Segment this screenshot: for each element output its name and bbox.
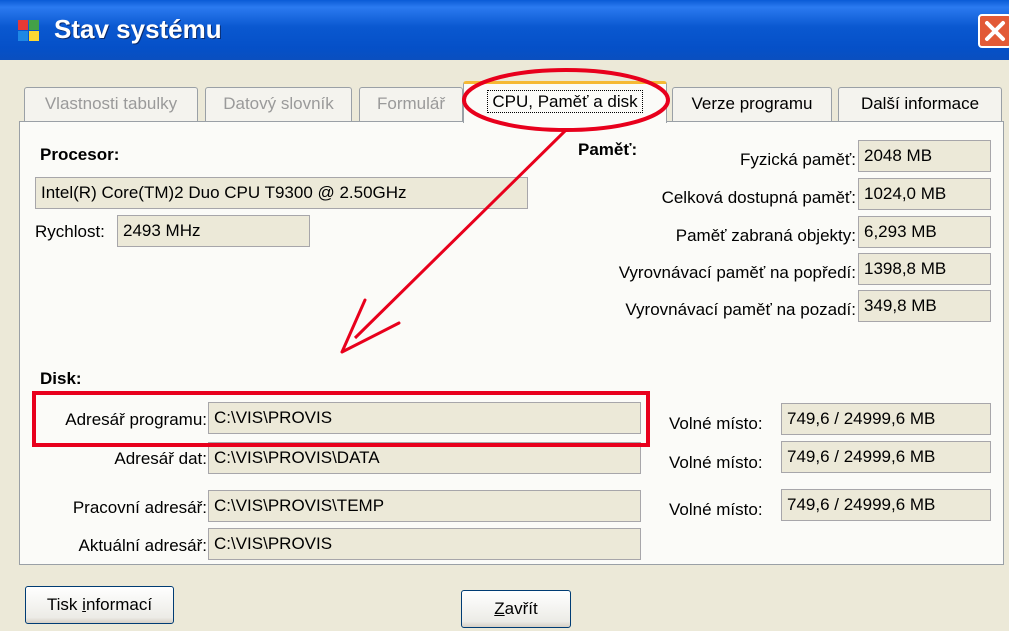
app-icon [18,20,40,42]
tab-vlastnosti-tabulky[interactable]: Vlastnosti tabulky [24,87,198,121]
tab-label: Formulář [376,94,445,113]
tab-datovy-slovnik[interactable]: Datový slovník [205,87,352,121]
free-space-field: 749,6 / 24999,6 MB [781,441,991,473]
disk-path-field: C:\VIS\PROVIS [208,402,641,434]
free-space-label: Volné místo: [669,500,763,519]
close-window-button[interactable] [978,14,1009,48]
memory-value: 2048 MB [858,140,991,172]
disk-path-label: Adresář programu: [65,410,207,429]
memory-label: Celková dostupná paměť: [661,188,856,207]
tab-label: Datový slovník [223,94,334,113]
disk-path-field: C:\VIS\PROVIS\TEMP [208,490,641,522]
close-button[interactable]: Zavřít [461,590,571,628]
memory-label: Vyrovnávací paměť na popředí: [618,263,856,282]
window-title: Stav systému [54,14,222,44]
processor-name-field: Intel(R) Core(TM)2 Duo CPU T9300 @ 2.50G… [35,177,528,209]
button-label: nformací [85,595,153,614]
disk-path-field: C:\VIS\PROVIS\DATA [208,442,641,474]
memory-heading: Paměť: [578,140,638,159]
memory-value: 1024,0 MB [858,178,991,210]
memory-value: 349,8 MB [858,290,991,322]
memory-label: Vyrovnávací paměť na pozadí: [625,300,856,319]
tab-verze-programu[interactable]: Verze programu [672,87,832,121]
tab-dalsi-informace[interactable]: Další informace [838,87,1002,121]
disk-heading: Disk: [40,369,82,388]
tab-label: Další informace [860,94,980,113]
title-bar[interactable]: Stav systému [0,0,1009,60]
disk-path-label: Adresář dat: [114,449,207,468]
free-space-field: 749,6 / 24999,6 MB [781,403,991,435]
disk-path-label: Pracovní adresář: [72,498,207,517]
close-icon [985,21,1005,41]
disk-path-label: Aktuální adresář: [78,536,207,555]
memory-value: 1398,8 MB [858,253,991,285]
free-space-field: 749,6 / 24999,6 MB [781,489,991,521]
disk-path-field: C:\VIS\PROVIS [208,528,641,560]
tab-formular[interactable]: Formulář [359,87,463,121]
button-label: avřít [504,599,538,618]
print-info-button[interactable]: Tisk informací [25,586,174,624]
memory-label: Fyzická paměť: [740,150,856,169]
tab-label: Verze programu [691,94,813,113]
tab-label: Vlastnosti tabulky [44,94,178,113]
speed-label: Rychlost: [35,222,105,241]
tab-label: CPU, Paměť a disk [487,90,643,113]
memory-label: Paměť zabraná objekty: [675,226,856,245]
processor-heading: Procesor: [40,145,120,164]
memory-value: 6,293 MB [858,216,991,248]
tab-cpu-pamet-disk[interactable]: CPU, Paměť a disk [463,81,667,123]
button-accelerator: Z [494,599,505,618]
speed-field: 2493 MHz [117,215,310,247]
free-space-label: Volné místo: [669,453,763,472]
free-space-label: Volné místo: [669,414,763,433]
button-label: Tisk [46,595,83,614]
